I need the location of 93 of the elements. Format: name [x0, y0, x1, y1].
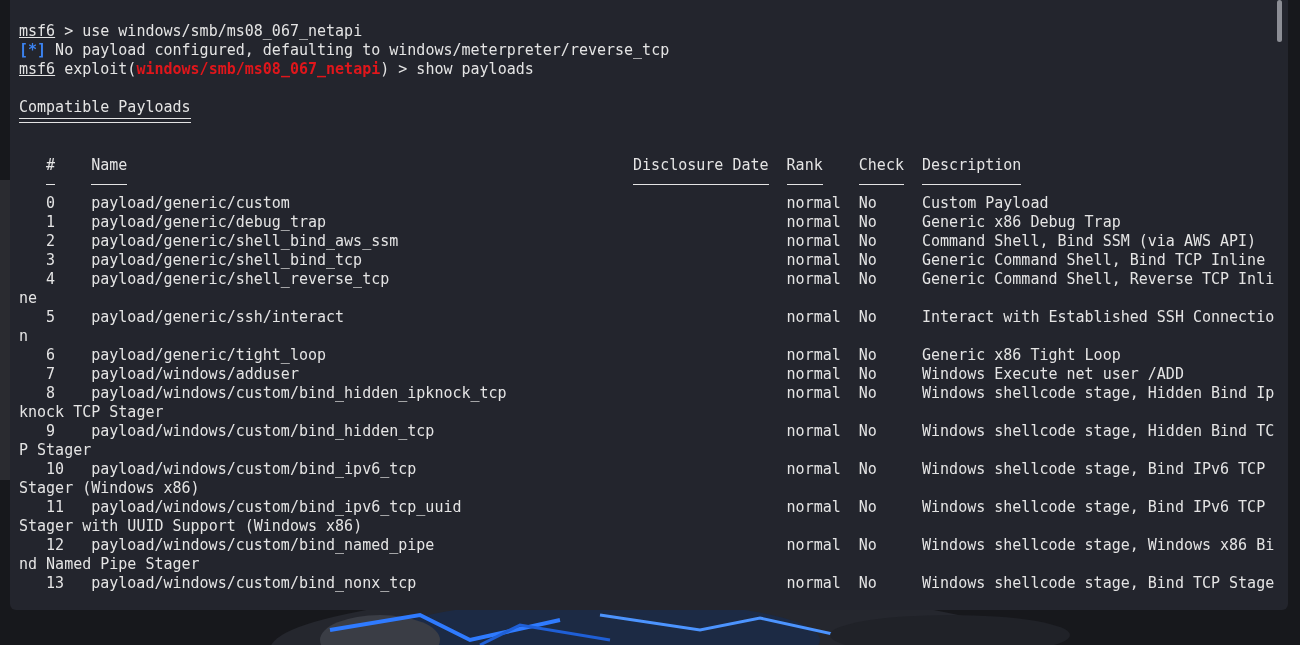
rank-text: normal [786, 422, 841, 440]
rank-text: normal [786, 384, 841, 402]
check-text: No [858, 308, 877, 326]
check-text: No [858, 270, 877, 288]
module-name: windows/smb/ms08_067_netapi [136, 60, 381, 78]
rank-text: normal [786, 251, 841, 269]
description-text: Generic x86 Tight Loop [922, 346, 1121, 364]
payload-name: payload/windows/custom/bind_nonx_tcp [91, 574, 417, 592]
description-text: knock TCP Stager [19, 403, 164, 421]
row-number: 1 [46, 213, 57, 232]
payload-name: payload/windows/custom/bind_named_pipe [91, 536, 435, 554]
payload-name: payload/windows/custom/bind_hidden_ipknock_tcp [91, 384, 507, 402]
section-title: Compatible Payloads [19, 98, 191, 116]
rank-text: normal [786, 194, 841, 212]
scrollbar[interactable] [1277, 0, 1282, 42]
check-text: No [858, 213, 877, 231]
column-header: Name [91, 156, 128, 174]
description-text: Windows shellcode stage, Bind IPv6 TCP [922, 498, 1266, 516]
rank-text: normal [786, 346, 841, 364]
payload-name: payload/generic/tight_loop [91, 346, 327, 364]
payload-name: payload/generic/ssh/interact [91, 308, 345, 326]
check-text: No [858, 251, 877, 269]
command-text: ) > show payloads [380, 60, 534, 78]
check-text: No [858, 422, 877, 440]
rank-text: normal [786, 365, 841, 383]
payload-name: payload/generic/custom [91, 194, 290, 212]
column-header: Description [922, 156, 1022, 174]
check-text: No [858, 346, 877, 364]
column-header: # [46, 156, 56, 174]
payload-name: payload/windows/custom/bind_ipv6_tcp_uuid [91, 498, 462, 516]
description-text: P Stager [19, 441, 92, 459]
description-text: Generic Command Shell, Reverse TCP Inli [922, 270, 1275, 288]
description-text: Generic x86 Debug Trap [922, 213, 1121, 231]
rank-text: normal [786, 308, 841, 326]
prompt-context: exploit( [63, 60, 137, 78]
check-text: No [858, 365, 877, 383]
rank-text: normal [786, 536, 841, 554]
column-header: Check [858, 156, 904, 174]
rank-text: normal [786, 232, 841, 250]
check-text: No [858, 574, 877, 592]
check-text: No [858, 460, 877, 478]
description-text: ne [19, 289, 38, 307]
description-text: Windows shellcode stage, Bind TCP Stage [922, 574, 1275, 592]
row-number: 2 [46, 232, 57, 251]
rank-text: normal [786, 270, 841, 288]
description-text: Windows Execute net user /ADD [922, 365, 1184, 383]
description-text: n [19, 327, 29, 345]
payload-name: payload/generic/debug_trap [91, 213, 327, 231]
prompt-label: msf6 [19, 22, 56, 40]
payload-name: payload/generic/shell_reverse_tcp [91, 270, 390, 288]
description-text: Custom Payload [922, 194, 1049, 212]
row-number: 6 [46, 346, 57, 365]
row-number: 10 [46, 460, 66, 479]
rank-text: normal [786, 460, 841, 478]
row-number: 5 [46, 308, 57, 327]
row-number: 11 [46, 498, 66, 517]
payload-name: payload/windows/adduser [91, 365, 299, 383]
column-header: Disclosure Date [633, 156, 769, 174]
payload-name: payload/generic/shell_bind_aws_ssm [91, 232, 399, 250]
row-number: 8 [46, 384, 57, 403]
row-number: 4 [46, 270, 57, 289]
description-text: Windows shellcode stage, Hidden Bind TC [922, 422, 1275, 440]
description-text: Generic Command Shell, Bind TCP Inline [922, 251, 1266, 269]
check-text: No [858, 194, 877, 212]
rank-text: normal [786, 213, 841, 231]
rank-text: normal [786, 498, 841, 516]
description-text: Stager (Windows x86) [19, 479, 200, 497]
description-text: Command Shell, Bind SSM (via AWS API) [922, 232, 1257, 250]
row-number: 13 [46, 574, 66, 593]
check-text: No [858, 498, 877, 516]
row-number: 9 [46, 422, 57, 441]
row-number: 7 [46, 365, 57, 384]
prompt-label: msf6 [19, 60, 56, 78]
payload-name: payload/generic/shell_bind_tcp [91, 251, 363, 269]
description-text: Stager with UUID Support (Windows x86) [19, 517, 363, 535]
check-text: No [858, 536, 877, 554]
message-text: No payload configured, defaulting to windows/meterpreter/reverse_tcp [54, 41, 670, 59]
row-number: 12 [46, 536, 66, 555]
row-number: 0 [46, 194, 57, 213]
rank-text: normal [786, 574, 841, 592]
check-text: No [858, 384, 877, 402]
description-text: nd Named Pipe Stager [19, 555, 200, 573]
column-header: Rank [786, 156, 823, 174]
description-text: Interact with Established SSH Connectio [922, 308, 1275, 326]
row-number: 3 [46, 251, 57, 270]
payload-name: payload/windows/custom/bind_hidden_tcp [91, 422, 435, 440]
payload-name: payload/windows/custom/bind_ipv6_tcp [91, 460, 417, 478]
command-text: > use windows/smb/ms08_067_netapi [63, 22, 363, 40]
description-text: Windows shellcode stage, Bind IPv6 TCP [922, 460, 1266, 478]
description-text: Windows shellcode stage, Hidden Bind Ip [922, 384, 1275, 402]
description-text: Windows shellcode stage, Windows x86 Bi [922, 536, 1275, 554]
status-marker: [*] [19, 41, 47, 59]
check-text: No [858, 232, 877, 250]
